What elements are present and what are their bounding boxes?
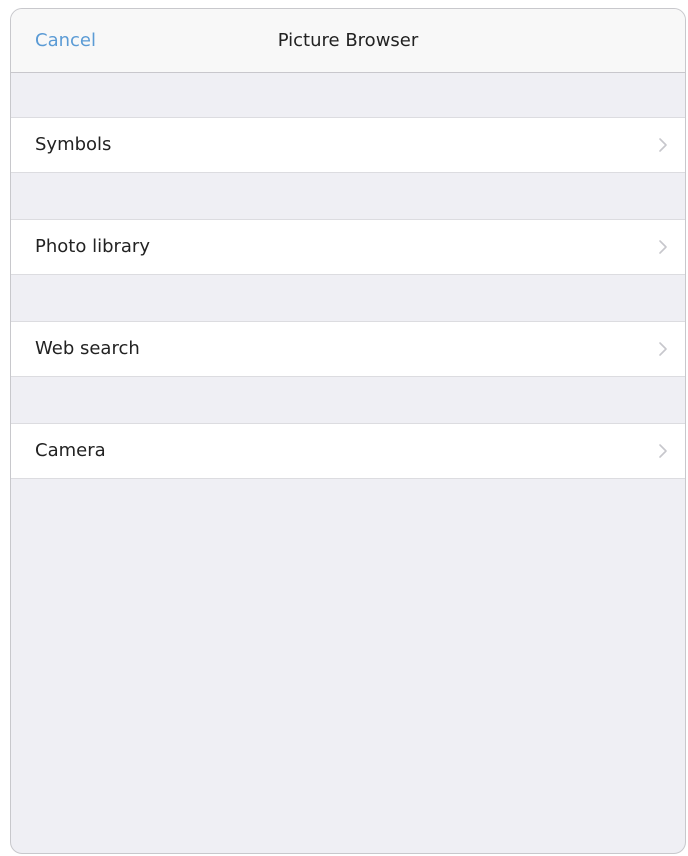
menu-item-label: Photo library (35, 236, 150, 257)
menu-item-label: Web search (35, 338, 140, 359)
menu-item-label: Camera (35, 440, 106, 461)
menu-item-camera[interactable]: Camera (11, 423, 685, 479)
chevron-right-icon (659, 342, 667, 356)
navigation-bar: Cancel Picture Browser (11, 9, 685, 73)
chevron-right-icon (659, 444, 667, 458)
chevron-right-icon (659, 240, 667, 254)
menu-item-symbols[interactable]: Symbols (11, 117, 685, 173)
page-title: Picture Browser (277, 30, 419, 51)
menu-item-photo-library[interactable]: Photo library (11, 219, 685, 275)
picture-browser-dialog: Cancel Picture Browser Symbols Photo lib… (10, 8, 686, 854)
chevron-right-icon (659, 138, 667, 152)
menu-item-web-search[interactable]: Web search (11, 321, 685, 377)
menu-item-label: Symbols (35, 134, 112, 155)
